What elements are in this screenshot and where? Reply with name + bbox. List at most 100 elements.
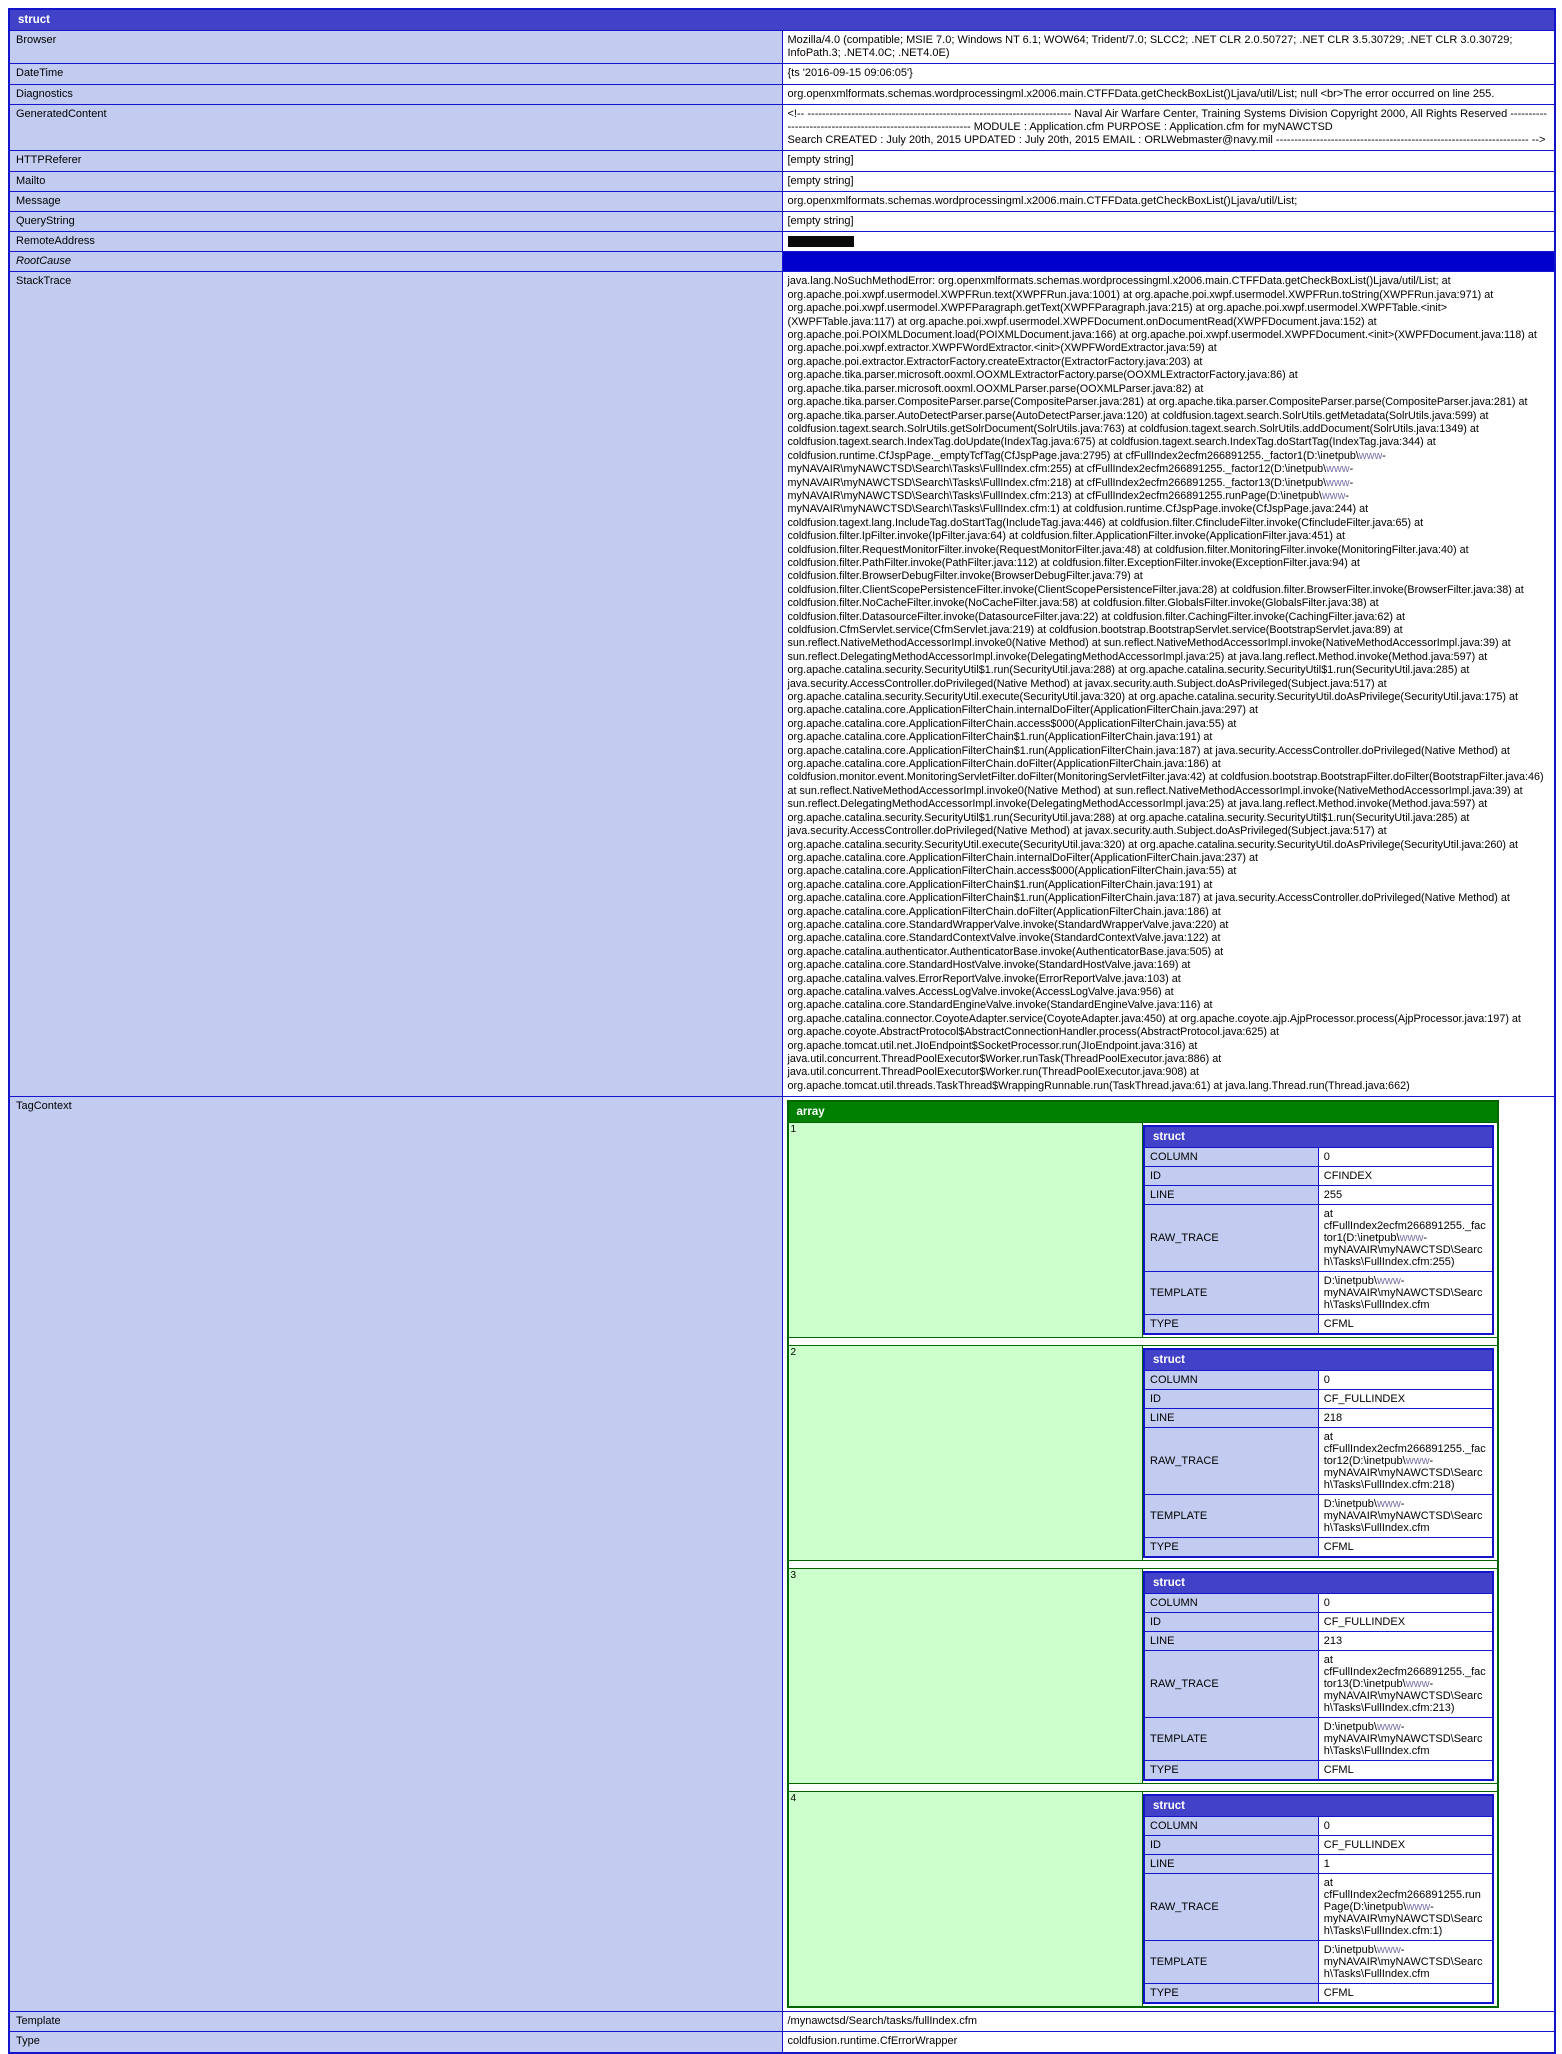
inner-value-column: 0	[1317, 1593, 1494, 1614]
label-tagcontext[interactable]: TagContext	[8, 1096, 783, 2013]
inner-label-template[interactable]: TEMPLATE	[1143, 1271, 1319, 1316]
inner-struct-header-label[interactable]: struct	[1143, 1125, 1493, 1149]
inner-label-line[interactable]: LINE	[1143, 1631, 1319, 1652]
inner-row-raw_trace: RAW_TRACE at cfFullIndex2ecfm266891255._f…	[1143, 1204, 1494, 1273]
generatedcontent-line-1: <!-- -----------------------------------…	[787, 107, 1547, 134]
inner-value-id: CF_FULLINDEX	[1317, 1612, 1494, 1633]
inner-row-type: TYPE CFML	[1143, 1983, 1494, 2004]
label-type[interactable]: Type	[8, 2031, 783, 2054]
inner-label-raw_trace[interactable]: RAW_TRACE	[1143, 1650, 1319, 1719]
inner-row-type: TYPE CFML	[1143, 1760, 1494, 1781]
row-type: Type coldfusion.runtime.CfErrorWrapper	[8, 2031, 1556, 2054]
inner-value-type: CFML	[1317, 1760, 1494, 1781]
label-diagnostics[interactable]: Diagnostics	[8, 83, 783, 105]
value-type: coldfusion.runtime.CfErrorWrapper	[781, 2031, 1556, 2054]
array-item-spacer	[787, 1337, 1498, 1346]
inner-label-id[interactable]: ID	[1143, 1612, 1319, 1633]
inner-struct-header-label[interactable]: struct	[1143, 1794, 1493, 1818]
inner-label-id[interactable]: ID	[1143, 1166, 1319, 1187]
value-browser: Mozilla/4.0 (compatible; MSIE 7.0; Windo…	[781, 29, 1556, 65]
inner-label-raw_trace[interactable]: RAW_TRACE	[1143, 1873, 1319, 1942]
inner-label-type[interactable]: TYPE	[1143, 1537, 1319, 1558]
value-message: org.openxmlformats.schemas.wordprocessin…	[781, 190, 1556, 213]
inner-row-template: TEMPLATE D:\inetpub\www-myNAVAIR\myNAWCTS…	[1143, 1271, 1494, 1316]
inner-value-template: D:\inetpub\www-myNAVAIR\myNAWCTSD\Search…	[1317, 1271, 1494, 1316]
inner-label-line[interactable]: LINE	[1143, 1185, 1319, 1206]
label-querystring[interactable]: QueryString	[8, 211, 783, 233]
inner-label-column[interactable]: COLUMN	[1143, 1370, 1319, 1391]
label-datetime[interactable]: DateTime	[8, 63, 783, 85]
value-rootcause[interactable]	[781, 251, 1556, 273]
inner-row-id: ID CF_FULLINDEX	[1143, 1835, 1494, 1856]
label-mailto[interactable]: Mailto	[8, 170, 783, 192]
inner-label-column[interactable]: COLUMN	[1143, 1816, 1319, 1837]
value-datetime: {ts '2016-09-15 09:06:05'}	[781, 63, 1556, 85]
inner-label-raw_trace[interactable]: RAW_TRACE	[1143, 1427, 1319, 1496]
label-rootcause[interactable]: RootCause	[8, 251, 783, 273]
inner-struct-header-label[interactable]: struct	[1143, 1571, 1493, 1595]
inner-value-template: D:\inetpub\www-myNAVAIR\myNAWCTSD\Search…	[1317, 1494, 1494, 1539]
inner-row-line: LINE 255	[1143, 1185, 1494, 1206]
generatedcontent-line-2: Search CREATED : July 20th, 2015 UPDATED…	[787, 134, 1546, 147]
path-host-token: www	[1358, 449, 1383, 462]
inner-label-raw_trace[interactable]: RAW_TRACE	[1143, 1204, 1319, 1273]
label-httpreferer[interactable]: HTTPReferer	[8, 150, 783, 172]
label-message[interactable]: Message	[8, 190, 783, 213]
inner-struct-header-row: struct	[1143, 1571, 1493, 1595]
inner-label-line[interactable]: LINE	[1143, 1854, 1319, 1875]
path-host-token: www	[1326, 476, 1350, 489]
path-host-token: www	[1376, 1721, 1401, 1734]
inner-row-id: ID CF_FULLINDEX	[1143, 1389, 1494, 1410]
label-template[interactable]: Template	[8, 2011, 783, 2033]
value-diagnostics: org.openxmlformats.schemas.wordprocessin…	[781, 83, 1556, 105]
array-item-spacer	[787, 1783, 1498, 1792]
inner-label-type[interactable]: TYPE	[1143, 1314, 1319, 1335]
path-host-token: www	[1405, 1455, 1430, 1468]
array-item-row: 3 struct COLUMN 0 ID CF_FULLINDEX LINE 213 RAW_T…	[787, 1568, 1498, 1785]
inner-value-type: CFML	[1317, 1537, 1494, 1558]
row-datetime: DateTime {ts '2016-09-15 09:06:05'}	[8, 63, 1556, 85]
tagcontext-items-body: 1 struct COLUMN 0 ID CFINDEX LINE 255 RAW_TRACE a…	[787, 1122, 1498, 2008]
label-stacktrace[interactable]: StackTrace	[8, 271, 783, 1098]
inner-row-line: LINE 218	[1143, 1408, 1494, 1429]
inner-struct-header-row: struct	[1143, 1794, 1493, 1818]
inner-label-template[interactable]: TEMPLATE	[1143, 1717, 1319, 1762]
value-mailto: [empty string]	[781, 170, 1556, 192]
inner-label-type[interactable]: TYPE	[1143, 1983, 1319, 2004]
inner-value-template: D:\inetpub\www-myNAVAIR\myNAWCTSD\Search…	[1317, 1717, 1494, 1762]
inner-label-column[interactable]: COLUMN	[1143, 1147, 1319, 1168]
inner-row-line: LINE 1	[1143, 1854, 1494, 1875]
inner-label-column[interactable]: COLUMN	[1143, 1593, 1319, 1614]
array-header-label[interactable]: array	[787, 1100, 1498, 1124]
value-httpreferer: [empty string]	[781, 150, 1556, 172]
inner-value-id: CF_FULLINDEX	[1317, 1389, 1494, 1410]
inner-label-template[interactable]: TEMPLATE	[1143, 1940, 1319, 1985]
inner-struct-header-label[interactable]: struct	[1143, 1348, 1493, 1372]
label-generatedcontent[interactable]: GeneratedContent	[8, 103, 783, 152]
path-host-token: www	[1321, 489, 1346, 502]
label-remoteaddress[interactable]: RemoteAddress	[8, 231, 783, 253]
tagcontext-struct-table: struct COLUMN 0 ID CF_FULLINDEX LINE 218 RAW_TR…	[1143, 1348, 1494, 1559]
inner-label-id[interactable]: ID	[1143, 1389, 1319, 1410]
inner-value-raw_trace: at cfFullIndex2ecfm266891255._factor1(D:…	[1317, 1204, 1494, 1273]
inner-label-type[interactable]: TYPE	[1143, 1760, 1319, 1781]
inner-label-template[interactable]: TEMPLATE	[1143, 1494, 1319, 1539]
inner-value-line: 255	[1317, 1185, 1494, 1206]
inner-row-type: TYPE CFML	[1143, 1314, 1494, 1335]
array-item-content: struct COLUMN 0 ID CF_FULLINDEX LINE 1 RAW_TRAC…	[1142, 1791, 1498, 2008]
value-remoteaddress	[781, 231, 1556, 253]
inner-value-raw_trace: at cfFullIndex2ecfm266891255._factor12(D…	[1317, 1427, 1494, 1496]
path-host-token: www	[1405, 1678, 1430, 1691]
inner-value-column: 0	[1317, 1816, 1494, 1837]
tagcontext-struct-table: struct COLUMN 0 ID CFINDEX LINE 255 RAW_TRACE at…	[1143, 1125, 1494, 1336]
array-item-row: 1 struct COLUMN 0 ID CFINDEX LINE 255 RAW_TRACE a…	[787, 1122, 1498, 1339]
struct-header-label[interactable]: struct	[8, 8, 1556, 31]
inner-row-id: ID CF_FULLINDEX	[1143, 1612, 1494, 1633]
inner-row-raw_trace: RAW_TRACE at cfFullIndex2ecfm266891255.ru…	[1143, 1873, 1494, 1942]
inner-label-line[interactable]: LINE	[1143, 1408, 1319, 1429]
inner-label-id[interactable]: ID	[1143, 1835, 1319, 1856]
inner-row-column: COLUMN 0	[1143, 1370, 1494, 1391]
inner-value-column: 0	[1317, 1370, 1494, 1391]
label-browser[interactable]: Browser	[8, 29, 783, 65]
inner-value-line: 213	[1317, 1631, 1494, 1652]
